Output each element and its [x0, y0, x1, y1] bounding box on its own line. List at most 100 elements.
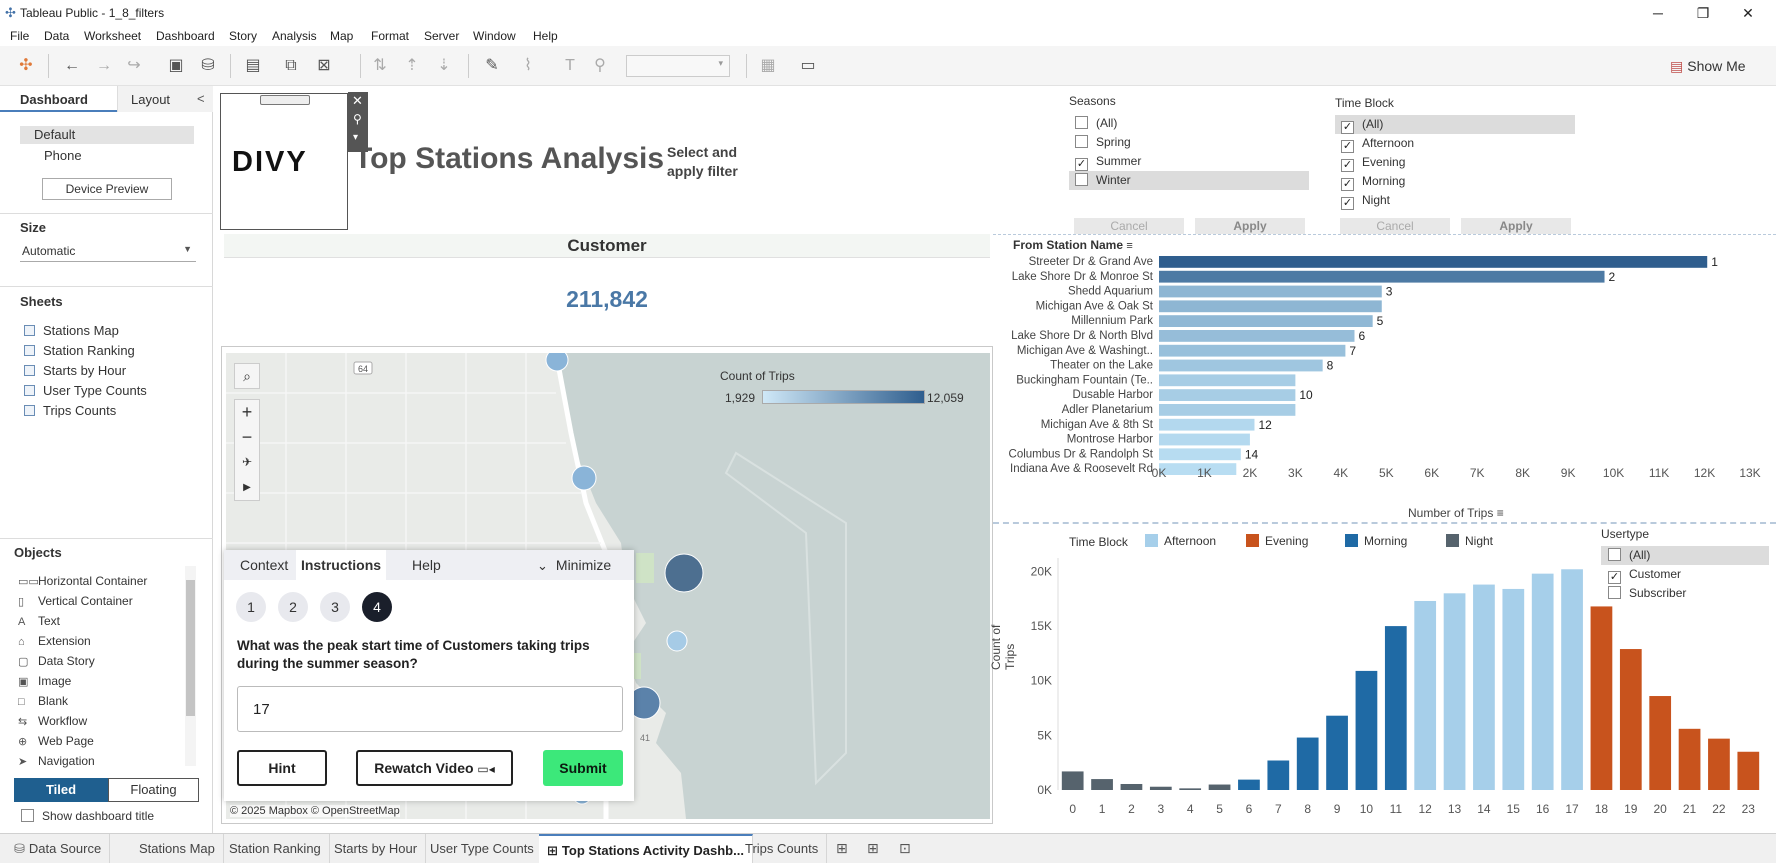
- ranking-bar[interactable]: [1159, 433, 1250, 446]
- ranking-bar[interactable]: [1159, 359, 1323, 372]
- drag-handle-icon[interactable]: [260, 95, 310, 105]
- usertype-option-customer[interactable]: ✓ Customer: [1608, 565, 1681, 584]
- new-sheet-icon[interactable]: ▤: [243, 56, 263, 76]
- zoom-in-icon[interactable]: +: [235, 400, 259, 425]
- rewatch-video-button[interactable]: Rewatch Video ▭◂: [356, 750, 513, 786]
- device-default[interactable]: Default: [20, 126, 194, 144]
- object-web-page[interactable]: ⊕ Web Page: [18, 734, 188, 754]
- show-me-button[interactable]: ▤ Show Me: [1670, 58, 1746, 75]
- save-icon[interactable]: ▣: [166, 56, 186, 76]
- sheet-item-trips-counts[interactable]: Trips Counts: [24, 403, 147, 423]
- tab-instructions[interactable]: Instructions: [296, 550, 386, 580]
- objects-scrollbar[interactable]: [185, 566, 196, 766]
- object-horizontal-container[interactable]: ▭▭Horizontal Container: [18, 574, 188, 594]
- hour-bar[interactable]: [1179, 788, 1202, 790]
- menu-help[interactable]: Help: [533, 29, 558, 43]
- time-option-morning[interactable]: ✓ Morning: [1341, 172, 1405, 191]
- hour-bar[interactable]: [1208, 784, 1231, 790]
- season-option-winter[interactable]: Winter: [1069, 171, 1309, 190]
- object-blank[interactable]: □ Blank: [18, 694, 188, 714]
- menu-analysis[interactable]: Analysis: [272, 29, 317, 43]
- time-option-evening[interactable]: ✓ Evening: [1341, 153, 1405, 172]
- sort-icon[interactable]: ≡: [1497, 506, 1504, 520]
- new-dashboard-icon[interactable]: ⊞: [867, 840, 879, 857]
- menu-story[interactable]: Story: [229, 29, 257, 43]
- duplicate-sheet-icon[interactable]: ⧉: [281, 56, 301, 76]
- minimize-button[interactable]: ⌄ Minimize: [537, 550, 611, 580]
- close-object-icon[interactable]: ✕: [352, 93, 363, 109]
- seasons-cancel-button[interactable]: Cancel: [1074, 218, 1184, 234]
- hour-bar[interactable]: [1267, 760, 1290, 790]
- scrollbar-thumb[interactable]: [186, 580, 195, 716]
- menu-server[interactable]: Server: [424, 29, 459, 43]
- hour-bar[interactable]: [1443, 593, 1466, 790]
- pin-object-icon[interactable]: ⚲: [353, 112, 362, 126]
- menu-worksheet[interactable]: Worksheet: [84, 29, 141, 43]
- tab-user-type-counts[interactable]: User Type Counts: [422, 834, 543, 863]
- sheet-item-stations-map[interactable]: Stations Map: [24, 323, 147, 343]
- tab-top-stations-dashboard[interactable]: ⊞ Top Stations Activity Dashb...: [539, 834, 753, 863]
- tab-data-source[interactable]: ⛁ Data Source: [6, 834, 111, 863]
- season-option-all[interactable]: (All): [1075, 114, 1117, 133]
- replay-icon[interactable]: ↪: [124, 56, 144, 76]
- clear-sheet-icon[interactable]: ⊠: [314, 56, 334, 76]
- tiled-toggle[interactable]: Tiled: [14, 778, 108, 802]
- sort-ascending-icon[interactable]: ⇡: [402, 56, 422, 76]
- redo-icon[interactable]: →: [94, 56, 114, 76]
- ranking-bar[interactable]: [1159, 344, 1346, 357]
- floating-toggle[interactable]: Floating: [108, 778, 199, 802]
- new-story-icon[interactable]: ⊡: [899, 840, 911, 857]
- seasons-apply-button[interactable]: Apply: [1195, 218, 1305, 234]
- step-3[interactable]: 3: [320, 592, 350, 622]
- tab-station-ranking[interactable]: Station Ranking: [221, 834, 330, 863]
- add-datasource-icon[interactable]: ⛁: [198, 56, 218, 76]
- season-option-spring[interactable]: Spring: [1075, 133, 1131, 152]
- size-dropdown[interactable]: Automatic ▼: [20, 242, 196, 262]
- new-worksheet-icon[interactable]: ⊞: [836, 840, 848, 857]
- tableau-home-icon[interactable]: ✣: [16, 56, 36, 76]
- hour-bar[interactable]: [1238, 779, 1260, 790]
- hour-bar[interactable]: [1649, 696, 1672, 790]
- tab-context[interactable]: Context: [240, 550, 288, 580]
- hour-bar[interactable]: [1737, 751, 1760, 790]
- fit-dropdown[interactable]: ▾: [626, 55, 730, 77]
- hour-bar[interactable]: [1296, 737, 1319, 790]
- menu-dashboard[interactable]: Dashboard: [156, 29, 215, 43]
- hour-bar[interactable]: [1414, 600, 1437, 790]
- time-block-cancel-button[interactable]: Cancel: [1340, 218, 1450, 234]
- season-option-summer[interactable]: ✓ Summer: [1075, 152, 1141, 171]
- legend-morning[interactable]: Morning: [1345, 534, 1407, 548]
- step-1[interactable]: 1: [236, 592, 266, 622]
- legend-night[interactable]: Night: [1446, 534, 1493, 548]
- hour-bar[interactable]: [1326, 715, 1348, 790]
- pin-icon[interactable]: ⚲: [590, 56, 610, 76]
- logo-container[interactable]: DIVY: [220, 93, 348, 230]
- swap-icon[interactable]: ⇅: [370, 56, 390, 76]
- tab-stations-map[interactable]: Stations Map: [131, 834, 224, 863]
- restore-window-button[interactable]: ❐: [1683, 2, 1723, 24]
- legend-evening[interactable]: Evening: [1246, 534, 1308, 548]
- ranking-bar[interactable]: [1159, 448, 1241, 461]
- attach-icon[interactable]: ⌇: [518, 56, 538, 76]
- hint-button[interactable]: Hint: [237, 750, 327, 786]
- tab-layout[interactable]: Layout <: [117, 86, 213, 112]
- ranking-bar[interactable]: [1159, 389, 1296, 401]
- hour-bar[interactable]: [1384, 626, 1407, 790]
- ranking-bar[interactable]: [1159, 404, 1296, 416]
- station-marker[interactable]: [571, 465, 597, 491]
- zoom-out-icon[interactable]: −: [235, 425, 259, 450]
- sheet-item-starts-by-hour[interactable]: Starts by Hour: [24, 363, 147, 383]
- hour-bar[interactable]: [1149, 786, 1172, 790]
- object-workflow[interactable]: ⇆ Workflow: [18, 714, 188, 734]
- object-data-story[interactable]: ▢ Data Story: [18, 654, 188, 674]
- ranking-bar[interactable]: [1159, 330, 1355, 342]
- menu-data[interactable]: Data: [44, 29, 69, 43]
- object-text[interactable]: A Text: [18, 614, 188, 634]
- object-image[interactable]: ▣ Image: [18, 674, 188, 694]
- hour-bar[interactable]: [1473, 584, 1495, 790]
- hour-bar[interactable]: [1502, 588, 1525, 790]
- ranking-bar[interactable]: [1159, 270, 1605, 283]
- ranking-bar[interactable]: [1159, 285, 1382, 298]
- usertype-option-subscriber[interactable]: Subscriber: [1608, 584, 1686, 603]
- time-option-all[interactable]: ✓ (All): [1335, 115, 1575, 134]
